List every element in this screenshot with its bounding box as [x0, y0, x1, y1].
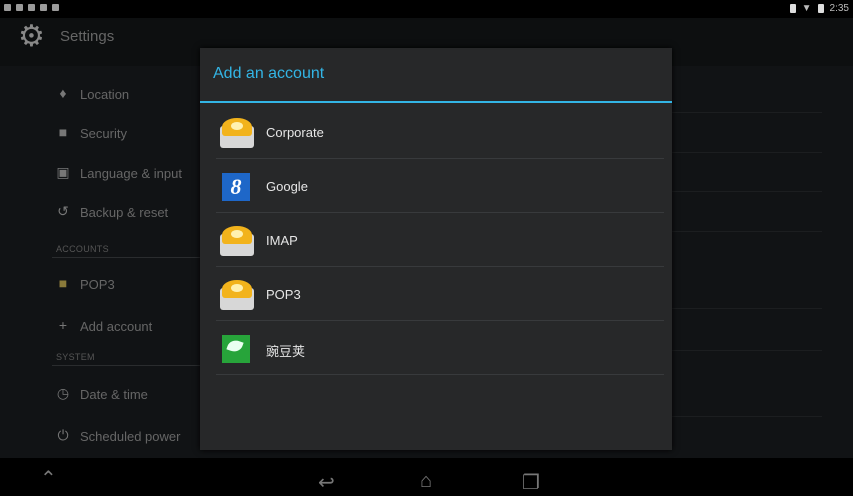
account-option-label: IMAP — [266, 233, 298, 248]
add-account-dialog: Add an account Corporate 8 Google IMAP P… — [200, 48, 672, 450]
notification-icon — [40, 4, 47, 11]
mail-envelope-icon — [220, 118, 254, 148]
home-up-icon[interactable]: ⌃ — [40, 466, 57, 491]
account-item-label: POP3 — [80, 277, 115, 292]
add-account-button[interactable]: + Add account — [0, 308, 200, 346]
back-icon[interactable]: ↩ — [318, 470, 335, 495]
divider — [672, 416, 822, 417]
accounts-header: ACCOUNTS — [56, 244, 109, 254]
clock-icon: ◷ — [56, 385, 70, 401]
wandoujia-icon — [222, 335, 250, 363]
settings-item-scheduled-power[interactable]: ⏻ Scheduled power — [0, 418, 200, 456]
bluetooth-icon — [789, 4, 796, 13]
notification-icon — [52, 4, 59, 11]
pop3-briefcase-icon: ■ — [58, 275, 68, 291]
settings-item-language[interactable]: ▣ Language & input — [0, 155, 200, 193]
account-option-label: Corporate — [266, 125, 324, 140]
settings-item-label: Scheduled power — [80, 429, 181, 444]
notification-icon — [4, 4, 11, 11]
notification-icon — [28, 4, 35, 11]
divider — [672, 152, 822, 153]
settings-item-label: Location — [80, 87, 130, 102]
account-item-pop3[interactable]: ■ POP3 — [0, 266, 200, 304]
notification-icon — [16, 4, 23, 11]
settings-item-label: Backup & reset — [80, 205, 169, 220]
settings-item-label: Language & input — [80, 166, 182, 181]
mail-envelope-icon — [220, 226, 254, 256]
settings-item-location[interactable]: ♦ Location — [0, 76, 200, 114]
divider — [216, 374, 664, 375]
account-option-corporate[interactable]: Corporate — [208, 105, 664, 159]
wifi-icon: ▼ — [801, 3, 812, 14]
lock-icon: ■ — [58, 124, 68, 140]
settings-item-label: Security — [80, 126, 127, 141]
add-account-label: Add account — [80, 319, 153, 334]
account-option-google[interactable]: 8 Google — [208, 159, 664, 213]
settings-item-security[interactable]: ■ Security — [0, 115, 200, 153]
divider — [672, 191, 822, 192]
settings-item-backup[interactable]: ↺ Backup & reset — [0, 194, 200, 232]
system-icons: ▼ 2:35 — [789, 3, 849, 14]
home-icon[interactable]: ⌂ — [420, 470, 432, 493]
mail-envelope-icon — [220, 280, 254, 310]
navigation-bar: ⌃ ↩ ⌂ ❐ — [0, 458, 853, 496]
status-bar: ▼ 2:35 — [0, 0, 853, 18]
settings-item-label: Date & time — [80, 387, 148, 402]
gear-icon[interactable]: ⚙ — [18, 22, 48, 52]
keyboard-icon: ▣ — [56, 164, 70, 180]
battery-icon — [817, 4, 824, 13]
account-option-imap[interactable]: IMAP — [208, 213, 664, 267]
divider — [52, 257, 200, 258]
location-pin-icon: ♦ — [59, 85, 67, 101]
account-option-wandoujia[interactable]: 豌豆荚 — [208, 321, 664, 375]
google-icon: 8 — [222, 173, 250, 201]
account-option-label: 豌豆荚 — [266, 344, 306, 359]
system-header: SYSTEM — [56, 352, 95, 362]
account-option-label: Google — [266, 179, 308, 194]
account-option-label: POP3 — [266, 287, 301, 302]
notification-icons — [4, 4, 59, 11]
clock: 2:35 — [829, 3, 849, 14]
divider — [672, 350, 822, 351]
divider — [672, 112, 822, 113]
restore-icon: ↺ — [57, 203, 69, 219]
recent-apps-icon[interactable]: ❐ — [522, 470, 540, 495]
dialog-title-divider — [200, 101, 672, 103]
settings-item-date-time[interactable]: ◷ Date & time — [0, 376, 200, 414]
divider — [672, 231, 822, 232]
divider — [52, 365, 200, 366]
dialog-title: Add an account — [213, 65, 325, 82]
account-option-pop3[interactable]: POP3 — [208, 267, 664, 321]
page-title: Settings — [60, 28, 115, 45]
power-icon: ⏻ — [57, 427, 69, 443]
divider — [672, 308, 822, 309]
plus-icon: + — [58, 317, 68, 333]
